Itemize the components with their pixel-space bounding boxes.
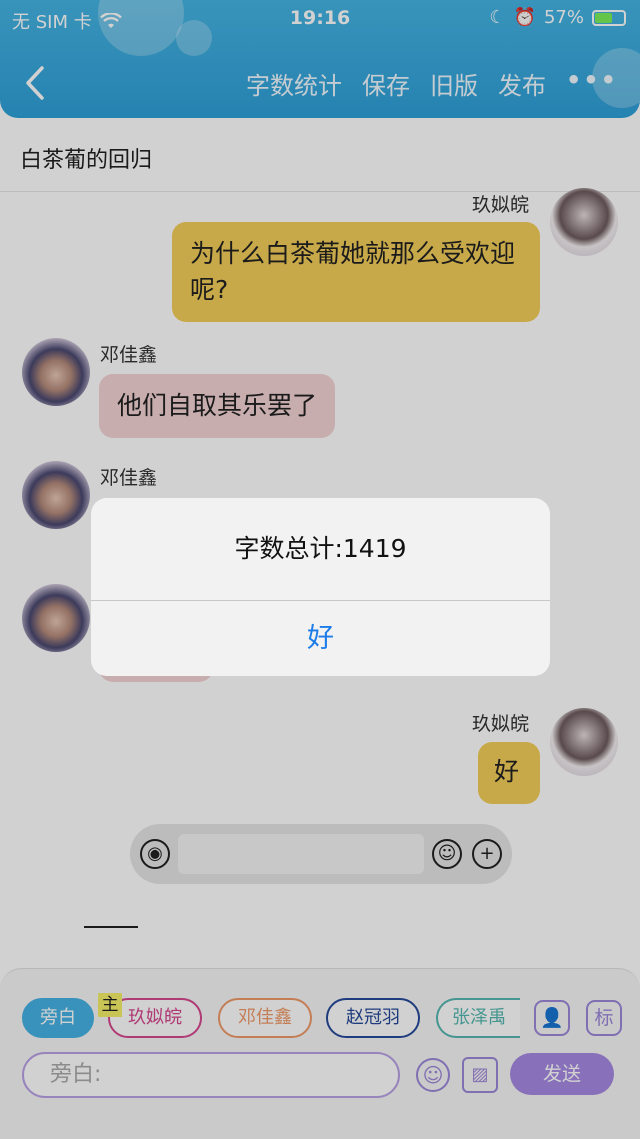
alert-message: 字数总计:1419: [234, 534, 407, 563]
alert-dialog: 字数总计:1419 好: [91, 498, 550, 676]
alert-ok-button[interactable]: 好: [91, 601, 550, 676]
